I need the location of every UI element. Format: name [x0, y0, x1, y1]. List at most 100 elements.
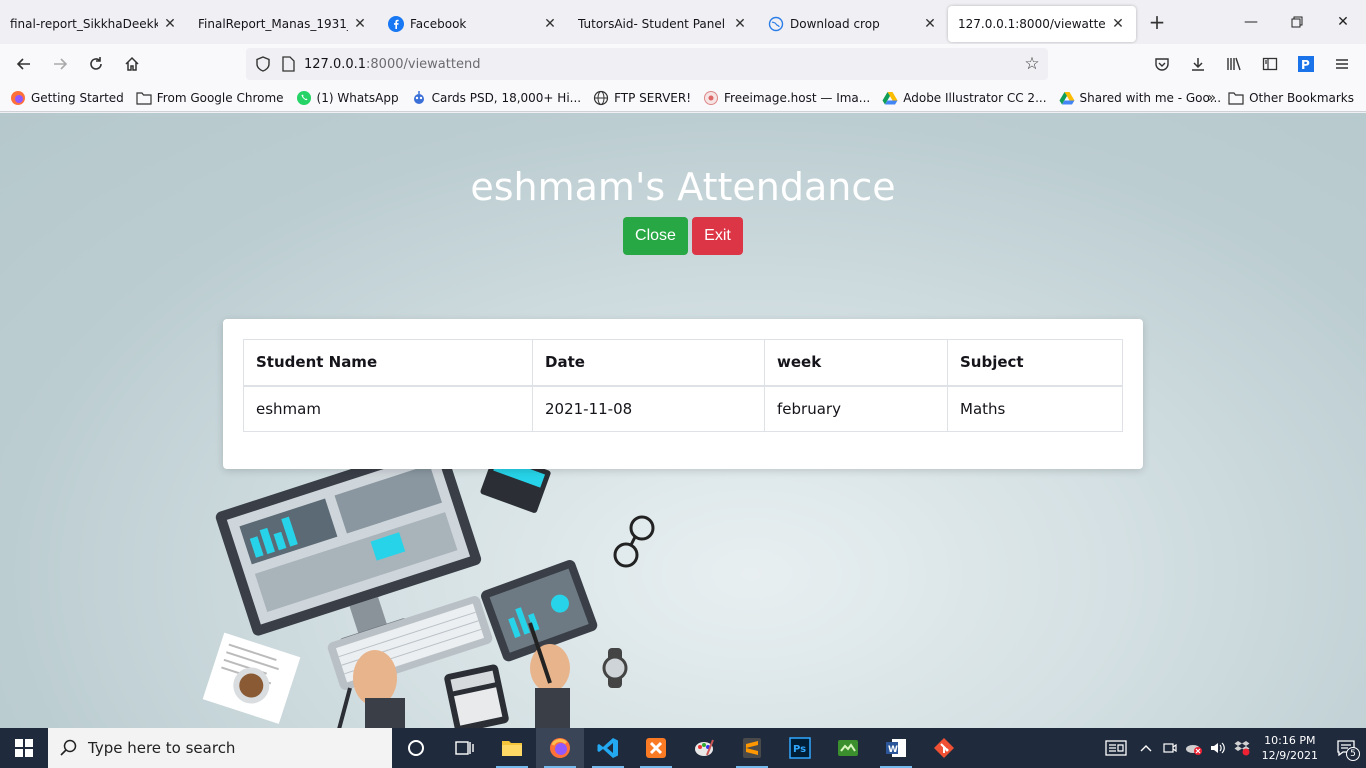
address-bar[interactable]: 127.0.0.1:8000/viewattend ☆ [246, 48, 1048, 80]
close-icon[interactable]: ✕ [162, 16, 178, 32]
windows-start-icon[interactable] [0, 728, 48, 768]
tab-title: TutorsAid- Student Panel [578, 17, 726, 31]
bookmark-ftp-server[interactable]: FTP SERVER! [593, 90, 691, 106]
tab-title: FinalReport_Manas_1931_Lear [198, 17, 348, 31]
tab-title: Facebook [410, 17, 467, 31]
bookmark-whatsapp[interactable]: (1) WhatsApp [296, 90, 399, 106]
window-controls: — ✕ [1228, 0, 1366, 44]
attendance-card: Student Name Date week Subject eshmam 20… [223, 319, 1143, 469]
bookmark-shared-with-me[interactable]: Shared with me - Goo... [1059, 90, 1222, 106]
page-icon[interactable] [280, 56, 296, 72]
forward-icon[interactable] [44, 48, 76, 80]
tab-title: Download crop [790, 17, 880, 31]
search-placeholder: Type here to search [88, 739, 236, 757]
task-view-icon[interactable] [440, 728, 488, 768]
tab-title: 127.0.0.1:8000/viewattend [958, 17, 1106, 31]
cell-date: 2021-11-08 [532, 385, 765, 432]
toolbar-right: P [1142, 48, 1366, 80]
tab-final-report[interactable]: final-report_SikkhaDeekkha.p ✕ [0, 6, 188, 42]
download-icon[interactable] [1182, 48, 1214, 80]
menu-icon[interactable] [1326, 48, 1358, 80]
desk-illustration [202, 453, 655, 728]
cortana-icon[interactable] [392, 728, 440, 768]
minimize-icon[interactable]: — [1228, 0, 1274, 44]
close-icon[interactable]: ✕ [732, 16, 748, 32]
firefox-taskbar-icon[interactable] [536, 728, 584, 768]
action-buttons: Close Exit [623, 217, 743, 255]
page-content: eshmam's Attendance Close Exit Student N… [0, 113, 1366, 728]
column-header-week: week [764, 339, 948, 387]
bookmark-other[interactable]: Other Bookmarks [1228, 90, 1354, 106]
reload-icon[interactable] [80, 48, 112, 80]
table-row: eshmam 2021-11-08 february Maths [243, 385, 1123, 432]
bookmark-label: Shared with me - Goo... [1079, 90, 1222, 105]
sublime-text-icon[interactable] [728, 728, 776, 768]
robot-icon [411, 90, 427, 106]
chevron-right-icon[interactable]: » [1207, 90, 1216, 106]
chevron-up-icon[interactable] [1134, 728, 1158, 768]
tab-facebook[interactable]: Facebook ✕ [378, 6, 568, 42]
back-icon[interactable] [8, 48, 40, 80]
close-icon[interactable]: ✕ [922, 16, 938, 32]
tab-download-crop[interactable]: Download crop ✕ [758, 6, 948, 42]
dropbox-icon[interactable] [1230, 728, 1254, 768]
word-icon[interactable]: W [872, 728, 920, 768]
cell-student-name: eshmam [243, 385, 533, 432]
vscode-icon[interactable] [584, 728, 632, 768]
network-error-icon[interactable] [1182, 728, 1206, 768]
bookmark-label: Freeimage.host — Ima... [724, 90, 871, 105]
exit-button[interactable]: Exit [692, 217, 743, 255]
new-tab-button[interactable]: + [1142, 7, 1172, 37]
git-app-icon[interactable] [920, 728, 968, 768]
pocket-icon[interactable] [1146, 48, 1178, 80]
clock-time: 10:16 PM [1264, 734, 1316, 747]
gamepad-app-icon[interactable] [824, 728, 872, 768]
tab-tutorsaid[interactable]: TutorsAid- Student Panel ✕ [568, 6, 758, 42]
bookmark-from-google-chrome[interactable]: From Google Chrome [136, 90, 284, 106]
tab-title: final-report_SikkhaDeekkha.p [10, 17, 158, 31]
window-close-icon[interactable]: ✕ [1320, 0, 1366, 44]
close-icon[interactable]: ✕ [542, 16, 558, 32]
bookmarks-overflow: » Other Bookmarks [1207, 84, 1354, 112]
clock[interactable]: 10:16 PM 12/9/2021 [1262, 733, 1318, 763]
paint-icon[interactable] [680, 728, 728, 768]
news-widget-icon[interactable] [1098, 728, 1134, 768]
facebook-icon [388, 16, 404, 32]
close-icon[interactable]: ✕ [352, 16, 368, 32]
close-icon[interactable]: ✕ [1110, 16, 1126, 32]
url-host: 127.0.0.1 [304, 56, 367, 72]
star-icon[interactable]: ☆ [1022, 54, 1042, 74]
attendance-table: Student Name Date week Subject eshmam 20… [243, 339, 1123, 432]
taskbar-search-input[interactable]: Type here to search [48, 728, 392, 768]
xampp-icon[interactable] [632, 728, 680, 768]
svg-text:P: P [1301, 58, 1310, 72]
close-button[interactable]: Close [623, 217, 688, 255]
bookmark-freeimage[interactable]: Freeimage.host — Ima... [703, 90, 870, 106]
shield-icon[interactable] [254, 55, 272, 73]
column-header-date: Date [532, 339, 765, 387]
volume-icon[interactable] [1206, 728, 1230, 768]
file-explorer-icon[interactable] [488, 728, 536, 768]
photoshop-icon[interactable]: Ps [776, 728, 824, 768]
bookmark-adobe-illustrator[interactable]: Adobe Illustrator CC 2... [882, 90, 1047, 106]
cell-subject: Maths [947, 385, 1123, 432]
page-title: eshmam's Attendance [470, 165, 896, 209]
home-icon[interactable] [116, 48, 148, 80]
bookmark-label: From Google Chrome [156, 90, 284, 105]
restore-icon[interactable] [1274, 0, 1320, 44]
bookmark-label: Getting Started [31, 90, 124, 105]
tab-strip: final-report_SikkhaDeekkha.p ✕ FinalRepo… [0, 0, 1366, 44]
tab-viewattend[interactable]: 127.0.0.1:8000/viewattend ✕ [948, 6, 1136, 42]
svg-text:Ps: Ps [793, 744, 806, 755]
bookmark-cards-psd[interactable]: Cards PSD, 18,000+ Hi... [411, 90, 581, 106]
column-header-student-name: Student Name [243, 339, 533, 387]
sidebar-icon[interactable] [1254, 48, 1286, 80]
meet-now-icon[interactable] [1158, 728, 1182, 768]
folder-icon [1228, 90, 1244, 106]
bookmark-getting-started[interactable]: Getting Started [10, 90, 124, 106]
bookmark-label: Adobe Illustrator CC 2... [903, 90, 1047, 105]
tab-finalreport-manas[interactable]: FinalReport_Manas_1931_Lear ✕ [188, 6, 378, 42]
extension-icon[interactable]: P [1290, 48, 1322, 80]
library-icon[interactable] [1218, 48, 1250, 80]
notifications-icon[interactable]: 5 [1326, 728, 1366, 768]
